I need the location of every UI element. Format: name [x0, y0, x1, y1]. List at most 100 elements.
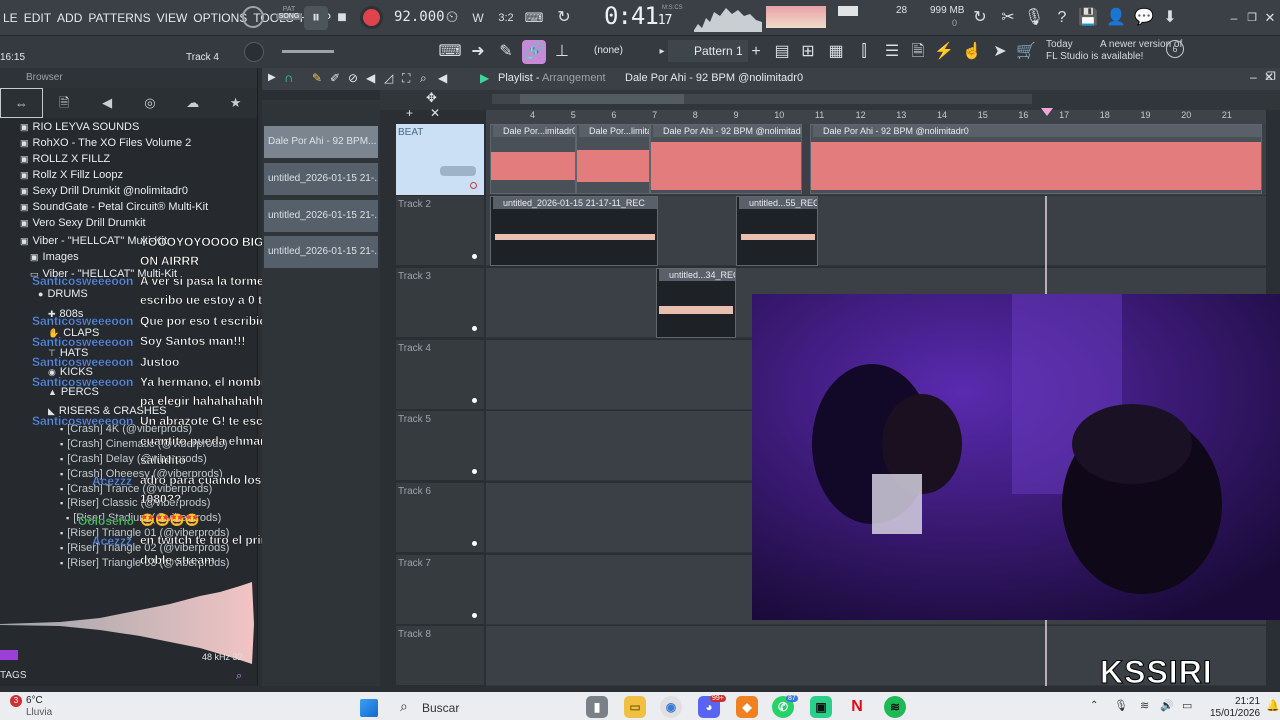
picker-item[interactable]: untitled_2026-01-15 21-... — [264, 200, 378, 232]
audio-clip[interactable]: Dale Por Ahi - 92 BPM @nolimitadr0 — [810, 124, 1262, 194]
snap-selector[interactable]: (none) — [594, 45, 623, 56]
track-header[interactable]: Track 8 — [396, 626, 484, 686]
track-dot-icon[interactable] — [472, 613, 477, 618]
playback-icon[interactable]: ◀ — [438, 71, 447, 85]
tag-search-icon[interactable]: ⌕ — [236, 670, 242, 683]
track-header[interactable]: BEAT — [396, 124, 484, 196]
audio-clip[interactable]: untitled_2026-01-15 21-17-11_REC — [490, 196, 658, 266]
account-icon[interactable]: 👤 — [1104, 6, 1128, 30]
add-track-icon[interactable]: + — [406, 106, 413, 120]
microphone-icon[interactable]: 🎙 — [1022, 6, 1046, 30]
track-mute-icon[interactable] — [440, 166, 476, 176]
arrow-right-icon[interactable]: ➜ — [466, 40, 490, 64]
file-explorer-icon[interactable]: ▮ — [586, 696, 608, 718]
browser-tab-all-icon[interactable]: ⇔ — [0, 88, 43, 118]
channel-icon[interactable]: ☰ — [880, 40, 904, 64]
tree-item[interactable]: ▣ Sexy Drill Drumkit @nolimitadr0 — [20, 185, 188, 197]
weather-widget[interactable]: 6°C Lluvia — [26, 695, 52, 719]
record-button[interactable] — [360, 6, 383, 29]
add-pattern-icon[interactable]: + — [744, 40, 768, 64]
tree-item[interactable]: ● DRUMS — [38, 288, 88, 300]
track-dot-icon[interactable] — [472, 541, 477, 546]
download-icon[interactable]: ⬇ — [1158, 6, 1182, 30]
playlist-close-button[interactable]: ✕ — [1264, 70, 1274, 84]
channel-rack-icon[interactable]: ⊞ — [796, 40, 820, 64]
master-pitch-slider[interactable] — [282, 50, 334, 53]
stop-button[interactable]: ■ — [330, 6, 354, 30]
mute-tool-icon[interactable]: ⊘ — [348, 71, 358, 85]
hint-knob[interactable] — [244, 42, 264, 62]
remove-track-icon[interactable]: ✕ — [430, 106, 440, 120]
tree-item[interactable]: ▣ RIO LEYVA SOUNDS — [20, 121, 139, 133]
track-header[interactable]: Track 7 — [396, 555, 484, 625]
browser-tab-cloud-icon[interactable]: ☁ — [171, 88, 214, 118]
shop-icon[interactable]: 🛒 — [1014, 40, 1038, 64]
loop-record-icon[interactable]: ↻ — [552, 6, 576, 30]
menu-file[interactable]: LE — [0, 0, 21, 36]
tree-item[interactable]: ▣ Images — [30, 251, 79, 263]
picker-item[interactable]: untitled_2026-01-15 21-... — [264, 236, 378, 268]
game-icon[interactable]: ▣ — [810, 696, 832, 718]
plugin-icon[interactable]: ⚡ — [932, 40, 956, 64]
metronome-icon[interactable]: ⏲ — [440, 6, 464, 30]
playlist-minimize-icon[interactable]: – — [1250, 70, 1257, 84]
sample-item[interactable]: ▪ [Riser] Classic (@viberprods) — [60, 497, 210, 509]
nav-arrows-icon[interactable]: ✥ — [426, 90, 437, 106]
fl-studio-icon[interactable]: ◆ — [736, 696, 758, 718]
start-button[interactable] — [360, 699, 378, 717]
slice-icon[interactable]: ◿ — [384, 71, 393, 85]
piano-roll-icon[interactable]: ▦ — [824, 40, 848, 64]
picker-item[interactable]: untitled_2026-01-15 21-... — [264, 163, 378, 195]
select-icon[interactable]: ⛶ — [402, 71, 410, 86]
menu-view[interactable]: VIEW — [154, 0, 191, 36]
taskbar-search[interactable]: ⌕ Buscar — [392, 696, 572, 720]
chrome-icon[interactable]: ◉ — [660, 696, 682, 718]
picker-item[interactable]: Dale Por Ahi - 92 BPM... — [264, 126, 378, 158]
track-dot-icon[interactable] — [472, 326, 477, 331]
pencil-icon[interactable]: ✎ — [494, 40, 518, 64]
help-icon[interactable]: ? — [1050, 6, 1074, 30]
pencil-tool-icon[interactable]: ✎ — [312, 71, 322, 85]
save-icon[interactable]: 💾 — [1076, 6, 1100, 30]
play-pause-button[interactable]: ⏸ — [304, 6, 328, 30]
audio-clip[interactable]: Dale Por...limitadr0 — [576, 124, 650, 194]
browser-tab-files-icon[interactable]: 🗎 — [43, 88, 86, 118]
speaker-icon[interactable]: ◀ — [366, 71, 375, 85]
audio-clip[interactable]: Dale Por Ahi - 92 BPM @nolimitadr0 — [650, 124, 802, 194]
playhead-marker[interactable] — [1041, 108, 1053, 116]
link-icon[interactable]: 🔗 — [522, 40, 546, 64]
menu-add[interactable]: ADD — [54, 0, 85, 36]
microphone-tray-icon[interactable]: 🎙 — [1114, 699, 1128, 712]
tree-item[interactable]: ▣ Rollz X Fillz Loopz — [20, 169, 123, 181]
netflix-icon[interactable]: N — [846, 696, 868, 718]
browser-tab-plugins-icon[interactable]: ◀ — [86, 88, 129, 118]
refresh-icon[interactable]: ↻ — [968, 6, 992, 30]
audio-clip[interactable]: untitled...55_REC — [736, 196, 818, 266]
tempo-display[interactable]: 92.000 — [394, 9, 445, 25]
pattern-selector[interactable]: Pattern 1 — [668, 40, 748, 62]
countdown-icon[interactable]: 3:2 — [494, 6, 518, 30]
wifi-icon[interactable]: ≋ — [1140, 699, 1149, 712]
preview-play-icon[interactable] — [0, 650, 18, 660]
magnet-icon[interactable]: ∩ — [284, 70, 293, 85]
playlist-icon[interactable]: ▤ — [770, 40, 794, 64]
volume-icon[interactable]: 🔊 — [1160, 699, 1174, 712]
scroll-handle[interactable] — [520, 94, 684, 104]
pat-song-switch[interactable]: PAT SONG — [276, 6, 302, 30]
step-edit-icon[interactable]: ⌨ — [522, 6, 546, 30]
tree-item[interactable]: ▣ RohXO - The XO Files Volume 2 — [20, 137, 191, 149]
keyboard-icon[interactable]: ⌨ — [438, 40, 462, 64]
taskbar-clock[interactable]: 21:21 15/01/2026 — [1210, 696, 1260, 720]
send-icon[interactable]: ➤ — [988, 40, 1012, 64]
battery-icon[interactable]: ▭ — [1182, 699, 1192, 712]
tree-item[interactable]: ▣ Vero Sexy Drill Drumkit — [20, 217, 146, 229]
browser-tab-favorites-icon[interactable]: ★ — [214, 88, 257, 118]
track-header[interactable]: Track 2 — [396, 196, 484, 266]
track-header[interactable]: Track 5 — [396, 411, 484, 481]
chat-icon[interactable]: 💬 — [1132, 6, 1156, 30]
track-dot-icon[interactable] — [472, 398, 477, 403]
menu-edit[interactable]: EDIT — [21, 0, 54, 36]
tree-item[interactable]: ▣ SoundGate - Petal Circuit® Multi-Kit — [20, 201, 208, 213]
browser-tab-web-icon[interactable]: ◎ — [129, 88, 172, 118]
close-icon[interactable]: ✕ — [1258, 6, 1280, 30]
